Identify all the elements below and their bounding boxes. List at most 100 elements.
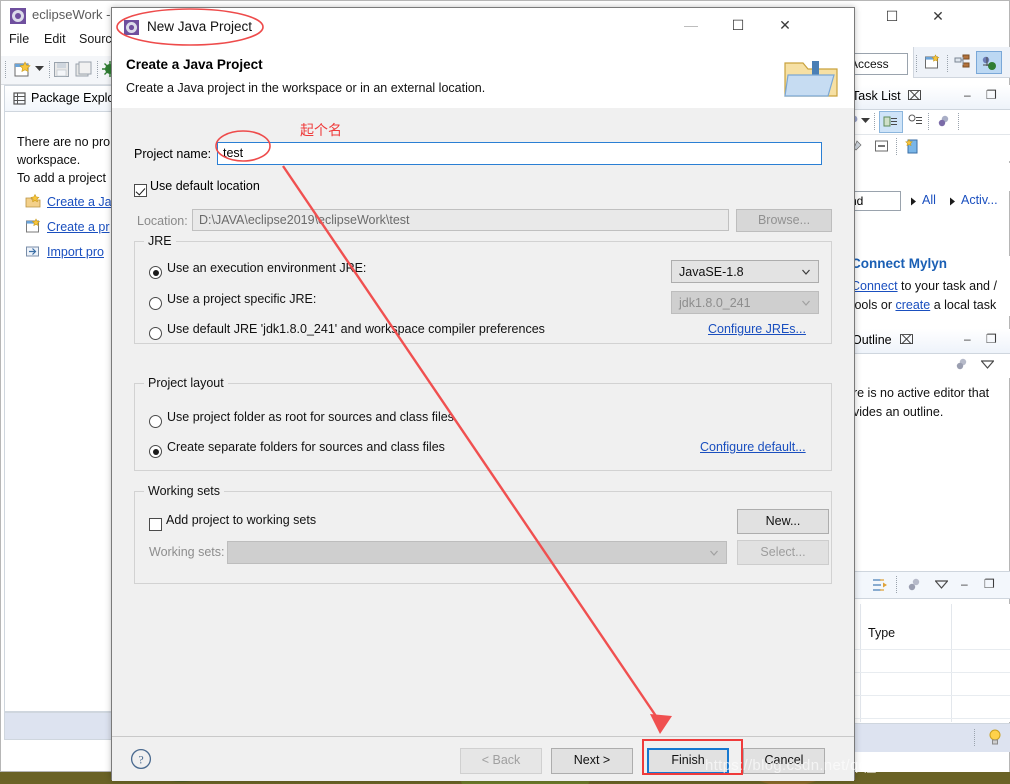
outline-message-line-1: ere is no active editor that	[846, 386, 990, 400]
back-button: < Back	[460, 748, 542, 774]
java-ee-perspective-icon	[982, 56, 996, 70]
use-default-location-checkbox[interactable]	[134, 184, 147, 197]
save-icon[interactable]	[53, 61, 70, 78]
bottom-view-minimize-icon[interactable]: –	[961, 577, 968, 591]
task-list-maximize-icon[interactable]: ❐	[986, 88, 997, 102]
categorized-mode-button[interactable]	[879, 111, 903, 133]
radio-project-specific-jre[interactable]	[149, 297, 162, 310]
link-with-editor-icon[interactable]	[871, 576, 889, 594]
working-sets-combo	[227, 541, 727, 564]
java-ee-perspective-button[interactable]	[976, 51, 1002, 74]
bottom-view-table: Type	[846, 604, 1010, 722]
mylyn-line1-rest: to your task and /	[897, 279, 997, 293]
outline-maximize-icon[interactable]: ❐	[986, 332, 997, 346]
focus-on-workweek-icon[interactable]	[936, 114, 951, 129]
open-perspective-icon[interactable]	[924, 54, 941, 71]
project-layout-group-title: Project layout	[144, 376, 228, 390]
task-repository-icon[interactable]	[904, 138, 921, 155]
package-explorer-panel: Package Explo There are no pro workspace…	[4, 85, 115, 712]
project-specific-jre-combo: jdk1.8.0_241	[671, 291, 819, 314]
watermark-text: https://blog.csdn.net/qq_43004431	[705, 757, 946, 774]
jre-group: JRE Use an execution environment JRE: Ja…	[134, 234, 832, 344]
collapse-all-icon[interactable]	[874, 139, 890, 154]
filter-active-link[interactable]: Activ...	[961, 193, 998, 207]
svg-text:?: ?	[138, 753, 143, 767]
dialog-body: Project name: test Use default location …	[112, 108, 854, 736]
mylyn-line2-pre: tools or	[851, 298, 896, 312]
dialog-close-button[interactable]: ✕	[762, 8, 808, 42]
radio-project-folder-root[interactable]	[149, 415, 162, 428]
task-list-toolbar	[846, 110, 1010, 134]
link-create-project[interactable]: Create a pr	[47, 220, 110, 234]
close-button[interactable]: ✕	[915, 1, 961, 31]
link-create-java-project[interactable]: Create a Ja	[47, 195, 112, 209]
quick-access-input[interactable]: Access	[846, 53, 908, 75]
project-name-input[interactable]: test	[217, 142, 822, 165]
bottom-view-menu-icon[interactable]	[935, 580, 948, 589]
java-perspective-icon[interactable]	[954, 54, 971, 71]
perspective-separator	[916, 55, 918, 72]
execution-environment-combo[interactable]: JavaSE-1.8	[671, 260, 819, 283]
dialog-minimize-button[interactable]: —	[668, 8, 714, 42]
menu-edit[interactable]: Edit	[44, 32, 66, 46]
new-java-project-dialog: New Java Project — ☐ ✕ Create a Java Pro…	[111, 7, 855, 781]
empty-message-line-3: To add a project	[17, 171, 106, 185]
dialog-maximize-button[interactable]: ☐	[715, 8, 761, 42]
radio-execution-environment-jre-label: Use an execution environment JRE:	[167, 261, 367, 275]
dialog-title-bar: New Java Project — ☐ ✕	[112, 8, 854, 47]
task-list-separator	[928, 113, 930, 130]
chevron-down-icon	[802, 300, 810, 306]
outline-minimize-icon[interactable]: –	[964, 332, 971, 346]
task-list-close-icon[interactable]: ⌧	[907, 88, 922, 104]
bottom-view-focus-icon[interactable]	[906, 577, 922, 593]
task-list-separator	[896, 138, 898, 155]
link-import-projects[interactable]: Import pro	[47, 245, 104, 259]
back-button-label: < Back	[481, 753, 521, 767]
task-list-toolbar-secondary	[846, 134, 1010, 161]
new-wizard-icon[interactable]	[13, 60, 32, 79]
radio-default-jre-label: Use default JRE 'jdk1.8.0_241' and works…	[167, 322, 545, 336]
package-explorer-tab-label: Package Explo	[31, 91, 115, 105]
add-to-working-sets-checkbox[interactable]	[149, 518, 162, 531]
outline-focus-icon[interactable]	[954, 357, 969, 372]
menu-source[interactable]: Sourc	[79, 32, 112, 46]
tab-task-list[interactable]: Task List ⌧ – ❐	[846, 85, 1010, 110]
configure-default-link[interactable]: Configure default...	[700, 440, 806, 454]
import-icon	[26, 246, 39, 257]
next-button[interactable]: Next >	[551, 748, 633, 774]
tab-outline[interactable]: Outline ⌧ – ❐	[846, 329, 1010, 354]
add-to-working-sets-label: Add project to working sets	[166, 513, 317, 527]
menu-file[interactable]: File	[9, 32, 29, 46]
new-working-set-button[interactable]: New...	[737, 509, 829, 534]
bottom-view-maximize-icon[interactable]: ❐	[984, 577, 995, 591]
radio-separate-folders[interactable]	[149, 445, 162, 458]
filter-all-arrow-icon[interactable]	[908, 196, 919, 207]
tab-package-explorer[interactable]: Package Explo	[5, 86, 115, 112]
maximize-icon: ☐	[731, 17, 745, 33]
project-name-label: Project name:	[134, 147, 212, 161]
save-all-icon[interactable]	[75, 61, 92, 78]
outline-menu-icon[interactable]	[981, 360, 994, 369]
outline-tab-label: Outline	[852, 333, 892, 347]
radio-execution-environment-jre[interactable]	[149, 266, 162, 279]
radio-default-jre[interactable]	[149, 327, 162, 340]
outline-close-icon[interactable]: ⌧	[899, 332, 914, 348]
chevron-down-icon[interactable]	[861, 117, 870, 124]
connect-mylyn-line-2: tools or create a local task	[851, 298, 996, 312]
filter-active-arrow-icon[interactable]	[947, 196, 958, 207]
jre-group-title: JRE	[144, 234, 176, 248]
maximize-button[interactable]: ☐	[869, 1, 915, 31]
mylyn-connect-link[interactable]: Connect	[851, 279, 898, 293]
close-icon: ✕	[779, 17, 791, 33]
tip-of-the-day-icon[interactable]	[987, 728, 1003, 747]
chevron-down-icon[interactable]	[35, 65, 44, 72]
task-list-minimize-icon[interactable]: –	[964, 88, 971, 102]
close-icon: ✕	[932, 8, 944, 24]
configure-jres-link[interactable]: Configure JREs...	[708, 322, 806, 336]
help-icon[interactable]: ?	[130, 748, 152, 770]
package-explorer-icon	[13, 92, 26, 105]
browse-button-label: Browse...	[757, 213, 811, 227]
filter-all-link[interactable]: All	[922, 193, 936, 207]
scheduled-mode-icon[interactable]	[908, 114, 924, 128]
mylyn-create-link[interactable]: create	[895, 298, 930, 312]
